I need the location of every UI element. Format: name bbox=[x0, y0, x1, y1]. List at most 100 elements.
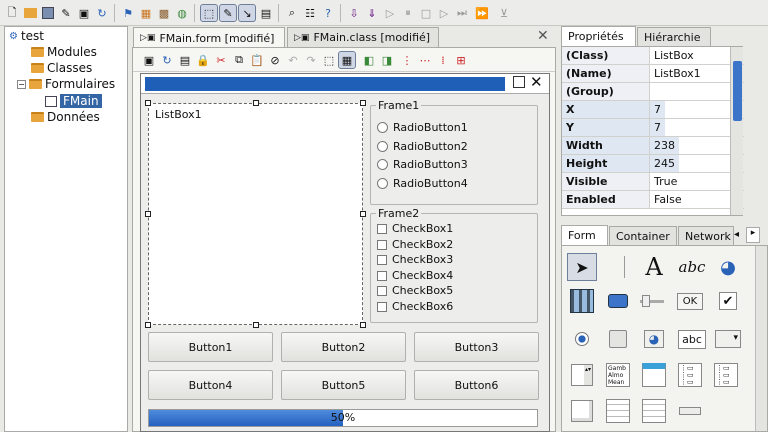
close-tab-icon[interactable]: ✕ bbox=[537, 28, 549, 44]
properties-icon[interactable]: ☷ bbox=[302, 5, 318, 21]
resize-handle[interactable] bbox=[360, 211, 366, 217]
button-tool-icon[interactable]: OK bbox=[676, 288, 704, 314]
prop-row-width[interactable]: Width 238 bbox=[562, 137, 744, 155]
resize-handle[interactable] bbox=[360, 322, 366, 328]
tab-properties[interactable]: Propriétés bbox=[561, 26, 636, 46]
button-5[interactable]: Button5 bbox=[281, 370, 406, 400]
console-icon[interactable]: ▤ bbox=[258, 5, 274, 21]
prop-row-group[interactable]: (Group) bbox=[562, 83, 744, 101]
movie-tool-icon[interactable] bbox=[568, 288, 596, 314]
resize-handle[interactable] bbox=[253, 322, 259, 328]
globe-icon[interactable]: ◍ bbox=[174, 5, 190, 21]
slider-tool-icon[interactable] bbox=[638, 288, 666, 314]
cut-icon[interactable]: ✂ bbox=[213, 52, 229, 68]
toolbutton-tool-icon[interactable]: ◕ bbox=[640, 326, 668, 352]
pen-icon[interactable]: ✎ bbox=[219, 4, 237, 22]
toolbox-scrollbar[interactable] bbox=[755, 246, 767, 431]
prop-row-x[interactable]: X7 bbox=[562, 101, 744, 119]
button-6[interactable]: Button6 bbox=[414, 370, 539, 400]
pointer-tool-icon[interactable]: ➤ bbox=[567, 253, 597, 281]
radio-button-4[interactable]: RadioButton4 bbox=[377, 177, 468, 190]
align-horizontal-icon[interactable]: ⋯ bbox=[417, 52, 433, 68]
textlabel-tool-icon[interactable]: abc bbox=[674, 254, 710, 280]
textbox-tool-icon[interactable]: abc bbox=[676, 326, 708, 352]
listbox[interactable]: ListBox1 bbox=[148, 103, 363, 325]
same-size-icon[interactable]: ⁞ bbox=[435, 52, 451, 68]
close-icon[interactable]: ✕ bbox=[530, 73, 543, 91]
resize-handle[interactable] bbox=[145, 322, 151, 328]
refresh-icon[interactable]: ↻ bbox=[159, 52, 175, 68]
bring-front-icon[interactable]: ◧ bbox=[361, 52, 377, 68]
flag-icon[interactable]: ⚑ bbox=[120, 5, 136, 21]
radio-button-2[interactable]: RadioButton2 bbox=[377, 140, 468, 153]
checkbox-6[interactable]: CheckBox6 bbox=[377, 300, 453, 313]
filter-icon[interactable]: ⊻ bbox=[496, 5, 512, 21]
picture-tool-icon[interactable] bbox=[604, 288, 632, 314]
tree-item-classes[interactable]: Classes bbox=[31, 60, 92, 76]
delete-icon[interactable]: ⊘ bbox=[267, 52, 283, 68]
package-icon[interactable]: ▩ bbox=[156, 5, 172, 21]
toggle-tool-icon[interactable] bbox=[604, 326, 632, 352]
frame2[interactable]: Frame2 CheckBox1 CheckBox2 CheckBox3 Che… bbox=[370, 207, 538, 323]
prop-row-visible[interactable]: Visible True bbox=[562, 173, 744, 191]
prop-row-enabled[interactable]: Enabled False bbox=[562, 191, 744, 209]
tableview-tool-icon[interactable] bbox=[640, 398, 668, 424]
select-icon[interactable]: ↘ bbox=[238, 4, 256, 22]
open-folder-icon[interactable] bbox=[22, 5, 38, 21]
checkbox-5[interactable]: CheckBox5 bbox=[377, 284, 453, 297]
scrollbar-thumb[interactable] bbox=[733, 61, 742, 121]
align-vertical-icon[interactable]: ⋮ bbox=[399, 52, 415, 68]
forward-icon[interactable]: ⏭ bbox=[454, 5, 470, 21]
tree-root[interactable]: ⚙ test bbox=[9, 28, 44, 44]
window-icon[interactable]: ▣ bbox=[76, 5, 92, 21]
button-2[interactable]: Button2 bbox=[281, 332, 406, 362]
gridview-tool-icon[interactable] bbox=[604, 398, 632, 424]
undo-icon[interactable]: ↶ bbox=[285, 52, 301, 68]
resize-handle[interactable] bbox=[253, 100, 259, 106]
checkbox-2[interactable]: CheckBox2 bbox=[377, 238, 453, 251]
new-file-icon[interactable]: 🗋 bbox=[4, 5, 20, 21]
tab-form[interactable]: Form bbox=[561, 225, 608, 245]
tab-fmain-class[interactable]: ▷▣ FMain.class [modifié] bbox=[287, 27, 439, 47]
send-back-icon[interactable]: ◨ bbox=[379, 52, 395, 68]
save-icon[interactable]: ▣ bbox=[141, 52, 157, 68]
tree-item-fmain[interactable]: FMain bbox=[45, 93, 102, 109]
step-icon[interactable]: ▷ bbox=[436, 5, 452, 21]
menu-editor-icon[interactable]: ▤ bbox=[177, 52, 193, 68]
resize-handle[interactable] bbox=[145, 100, 151, 106]
radio-tool-icon[interactable] bbox=[568, 326, 596, 352]
label-tool-icon[interactable]: A bbox=[640, 253, 668, 281]
radio-button-1[interactable]: RadioButton1 bbox=[377, 121, 468, 134]
button-1[interactable]: Button1 bbox=[148, 332, 273, 362]
prop-row-height[interactable]: Height 245 bbox=[562, 155, 744, 173]
step-over-icon[interactable]: ⇓ bbox=[364, 5, 380, 21]
properties-scrollbar[interactable] bbox=[730, 47, 743, 215]
step-into-icon[interactable]: ⇩ bbox=[346, 5, 362, 21]
textarea-tool-icon[interactable] bbox=[568, 398, 596, 424]
paste-icon[interactable]: 📋 bbox=[249, 52, 265, 68]
find-icon[interactable]: ⌕ bbox=[284, 5, 300, 21]
prop-row-class[interactable]: (Class) ListBox bbox=[562, 47, 744, 65]
scrollbar-tool-icon[interactable] bbox=[676, 398, 704, 424]
separator-tool-icon[interactable] bbox=[610, 254, 638, 280]
combobox-tool-icon[interactable]: ▾ bbox=[714, 326, 742, 352]
checkbox-3[interactable]: CheckBox3 bbox=[377, 253, 453, 266]
columnview-tool-icon[interactable]: ⋮▭ ⋮▭ ⋮▭ bbox=[712, 362, 740, 388]
stop-icon[interactable]: □ bbox=[418, 5, 434, 21]
resize-handle[interactable] bbox=[145, 211, 151, 217]
tab-container[interactable]: Container bbox=[609, 226, 677, 246]
button-4[interactable]: Button4 bbox=[148, 370, 273, 400]
tree-item-modules[interactable]: Modules bbox=[31, 44, 97, 60]
pointer-icon[interactable]: ⬚ bbox=[200, 4, 218, 22]
checkbox-tool-icon[interactable]: ✔ bbox=[714, 288, 742, 314]
resize-handle[interactable] bbox=[360, 100, 366, 106]
maximize-icon[interactable] bbox=[513, 76, 525, 88]
checkbox-1[interactable]: CheckBox1 bbox=[377, 222, 453, 235]
grid-icon[interactable]: ▦ bbox=[338, 51, 356, 69]
scroll-right-icon[interactable]: ▸ bbox=[746, 227, 760, 243]
tab-network[interactable]: Network bbox=[678, 226, 734, 246]
copy-icon[interactable]: ⧉ bbox=[231, 52, 247, 68]
web-tool-icon[interactable]: ◕ bbox=[714, 254, 742, 280]
refresh-icon[interactable]: ↻ bbox=[94, 5, 110, 21]
bag-icon[interactable]: ▦ bbox=[138, 5, 154, 21]
